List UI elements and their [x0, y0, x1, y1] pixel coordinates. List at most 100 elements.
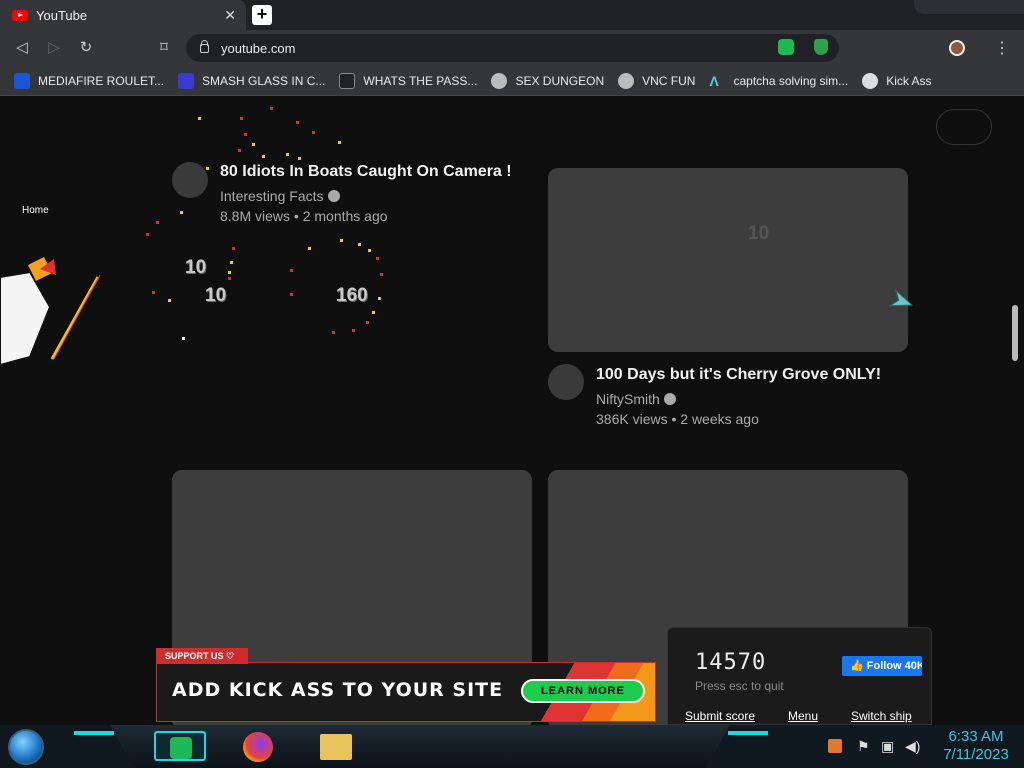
- particle: [206, 167, 209, 170]
- particle: [168, 299, 171, 302]
- particle: [338, 141, 341, 144]
- chevron-icon: [178, 72, 195, 89]
- particle: [368, 249, 371, 252]
- tray-app-icon[interactable]: [828, 739, 842, 753]
- banner-text: ADD KICK ASS TO YOUR SITE: [172, 679, 504, 701]
- flag-icon[interactable]: ⚑: [857, 738, 870, 755]
- laser-beam: [53, 274, 101, 360]
- volume-icon[interactable]: ◀): [905, 738, 920, 755]
- particle-group: [146, 107, 383, 334]
- firefox-icon[interactable]: [243, 732, 273, 762]
- bookmark-icon[interactable]: ⌑: [154, 38, 174, 58]
- frame-decoration: [914, 0, 1024, 14]
- particle: [312, 131, 315, 134]
- particle: [380, 273, 383, 276]
- particle: [286, 153, 289, 156]
- particle: [340, 239, 343, 242]
- particle: [290, 293, 293, 296]
- player-ship-icon: [888, 289, 914, 307]
- file-explorer-icon[interactable]: [320, 734, 352, 760]
- bookmark-dungeon[interactable]: SEX DUNGEON: [491, 72, 604, 89]
- lambda-icon: Λ: [709, 72, 719, 89]
- particle: [228, 271, 231, 274]
- menu-icon[interactable]: ⋮: [994, 38, 1010, 58]
- particle-group: [168, 117, 381, 314]
- support-tag: SUPPORT US ♡: [156, 648, 248, 664]
- cube-icon: [491, 72, 508, 89]
- particle: [290, 269, 293, 272]
- particle: [156, 221, 159, 224]
- tab-youtube[interactable]: YouTube ✕: [0, 0, 246, 30]
- bookmark-whats-the-pass[interactable]: WHATS THE PASS...: [339, 72, 477, 89]
- taskbar: ⚑ ▣ ◀) 6:33 AM 7/11/2023: [0, 725, 1024, 768]
- back-icon[interactable]: ◁: [12, 38, 32, 58]
- particle: [152, 291, 155, 294]
- system-clock[interactable]: 6:33 AM 7/11/2023: [936, 728, 1016, 764]
- particle: [298, 157, 301, 160]
- particle: [358, 243, 361, 246]
- particle: [146, 233, 149, 236]
- particle: [308, 247, 311, 250]
- particle: [230, 261, 233, 264]
- particle: [332, 331, 335, 334]
- forward-icon[interactable]: ▷: [44, 38, 64, 58]
- page-scrollbar[interactable]: [1012, 305, 1018, 361]
- bookmark-kick-ass[interactable]: Kick Ass: [862, 72, 932, 89]
- bookmark-captcha[interactable]: Λcaptcha solving sim...: [709, 73, 848, 89]
- banner-body: ADD KICK ASS TO YOUR SITE LEARN MORE: [156, 662, 656, 722]
- clock-date: 7/11/2023: [943, 746, 1009, 763]
- particle: [270, 107, 273, 110]
- support-banner[interactable]: ADD KICK ASS TO YOUR SITE LEARN MORE SUP…: [156, 648, 656, 722]
- reload-icon[interactable]: ↻: [76, 38, 96, 58]
- particle: [180, 211, 183, 214]
- address-bar[interactable]: youtube.com: [186, 34, 839, 62]
- game-score-panel: 14570 Press esc to quit 👍 Follow 40K Sub…: [667, 627, 932, 725]
- particle: [198, 117, 201, 120]
- submit-score-link[interactable]: Submit score: [685, 709, 755, 723]
- close-icon[interactable]: ✕: [224, 7, 236, 24]
- particle: [244, 133, 247, 136]
- particle: [378, 297, 381, 300]
- network-icon[interactable]: ▣: [881, 738, 894, 755]
- profile-avatar[interactable]: [949, 40, 965, 56]
- bookmark-mediafire[interactable]: MEDIAFIRE ROULET...: [14, 72, 164, 89]
- tab-title: YouTube: [36, 7, 88, 23]
- particle: [232, 247, 235, 250]
- tab-strip: YouTube ✕ +: [0, 0, 1024, 30]
- globe-icon: [862, 72, 879, 89]
- switch-ship-link[interactable]: Switch ship: [851, 709, 912, 723]
- lock-icon: [200, 39, 209, 53]
- particle: [228, 277, 231, 280]
- facebook-follow-button[interactable]: 👍 Follow 40K: [842, 656, 922, 676]
- start-button[interactable]: [8, 729, 44, 765]
- clock-time: 6:33 AM: [948, 728, 1004, 745]
- particle: [238, 149, 241, 152]
- bookmark-smash-glass[interactable]: SMASH GLASS IN C...: [178, 72, 325, 89]
- particle: [252, 143, 255, 146]
- taskbar-accent: [728, 731, 768, 735]
- youtube-page: Home 80 Idiots In Boats Caught On Camera…: [0, 97, 1024, 725]
- score-value: 14570: [695, 650, 767, 675]
- particle: [372, 311, 375, 314]
- fighter-jet-icon: [0, 257, 101, 367]
- mediafire-icon: [14, 72, 30, 89]
- ship-body: [888, 289, 914, 307]
- spotify-extension-icon[interactable]: [778, 39, 794, 55]
- particle: [240, 117, 243, 120]
- esc-hint: Press esc to quit: [695, 679, 784, 693]
- bookmark-vnc-fun[interactable]: VNC FUN: [618, 72, 695, 89]
- menu-link[interactable]: Menu: [788, 709, 818, 723]
- jet-body: [0, 270, 52, 367]
- browser-toolbar: ◁ ▷ ↻ ⌑ youtube.com ⋮: [0, 30, 1024, 66]
- taskbar-accent: [74, 731, 114, 735]
- new-tab-button[interactable]: +: [252, 5, 272, 25]
- shield-extension-icon[interactable]: [814, 39, 828, 55]
- particle: [182, 337, 185, 340]
- spotify-taskbar-app[interactable]: [154, 731, 206, 761]
- particle: [376, 257, 379, 260]
- particle: [262, 155, 265, 158]
- particle: [366, 321, 369, 324]
- particle: [352, 329, 355, 332]
- learn-more-button[interactable]: LEARN MORE: [521, 679, 645, 703]
- spotify-icon: [170, 737, 192, 759]
